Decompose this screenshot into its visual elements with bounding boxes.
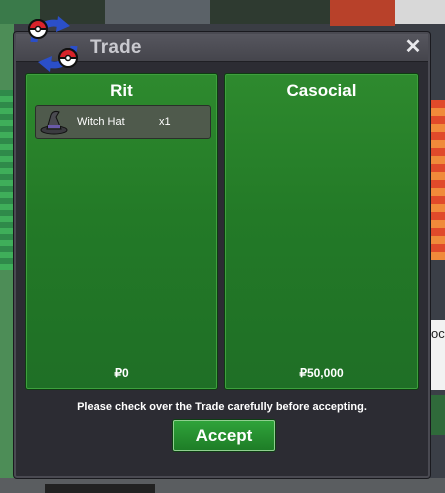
accept-button[interactable]: Accept: [173, 420, 275, 451]
item-quantity: x1: [159, 116, 171, 128]
background-tile: [330, 0, 395, 26]
background-tile: [430, 100, 445, 260]
player-name-left: Rit: [110, 81, 133, 100]
background-edge-label: oci: [431, 326, 445, 341]
money-offer-right: ₽50,000: [299, 366, 344, 380]
trade-window: Trade ✕ Rit Witch Hat x1 ₽0 Casocial ₽50…: [14, 16, 430, 478]
trade-panel-casocial: Casocial ₽50,000: [224, 73, 419, 390]
background-tile: [105, 0, 210, 24]
money-offer-left: ₽0: [114, 366, 129, 380]
background-tile: [395, 0, 445, 24]
background-tile: [430, 395, 445, 435]
window-title: Trade: [90, 37, 142, 58]
player-name-right: Casocial: [286, 81, 357, 100]
background-tile: [45, 484, 155, 493]
trade-notice: Please check over the Trade carefully be…: [77, 401, 367, 413]
trade-item-slot[interactable]: Witch Hat x1: [35, 105, 211, 139]
background-tile: [0, 90, 14, 270]
trade-panel-rit: Rit Witch Hat x1 ₽0: [25, 73, 218, 390]
witch-hat-icon: [40, 110, 68, 135]
trade-exchange-icon: [27, 16, 79, 72]
item-name: Witch Hat: [77, 116, 125, 128]
close-icon[interactable]: ✕: [403, 36, 423, 58]
